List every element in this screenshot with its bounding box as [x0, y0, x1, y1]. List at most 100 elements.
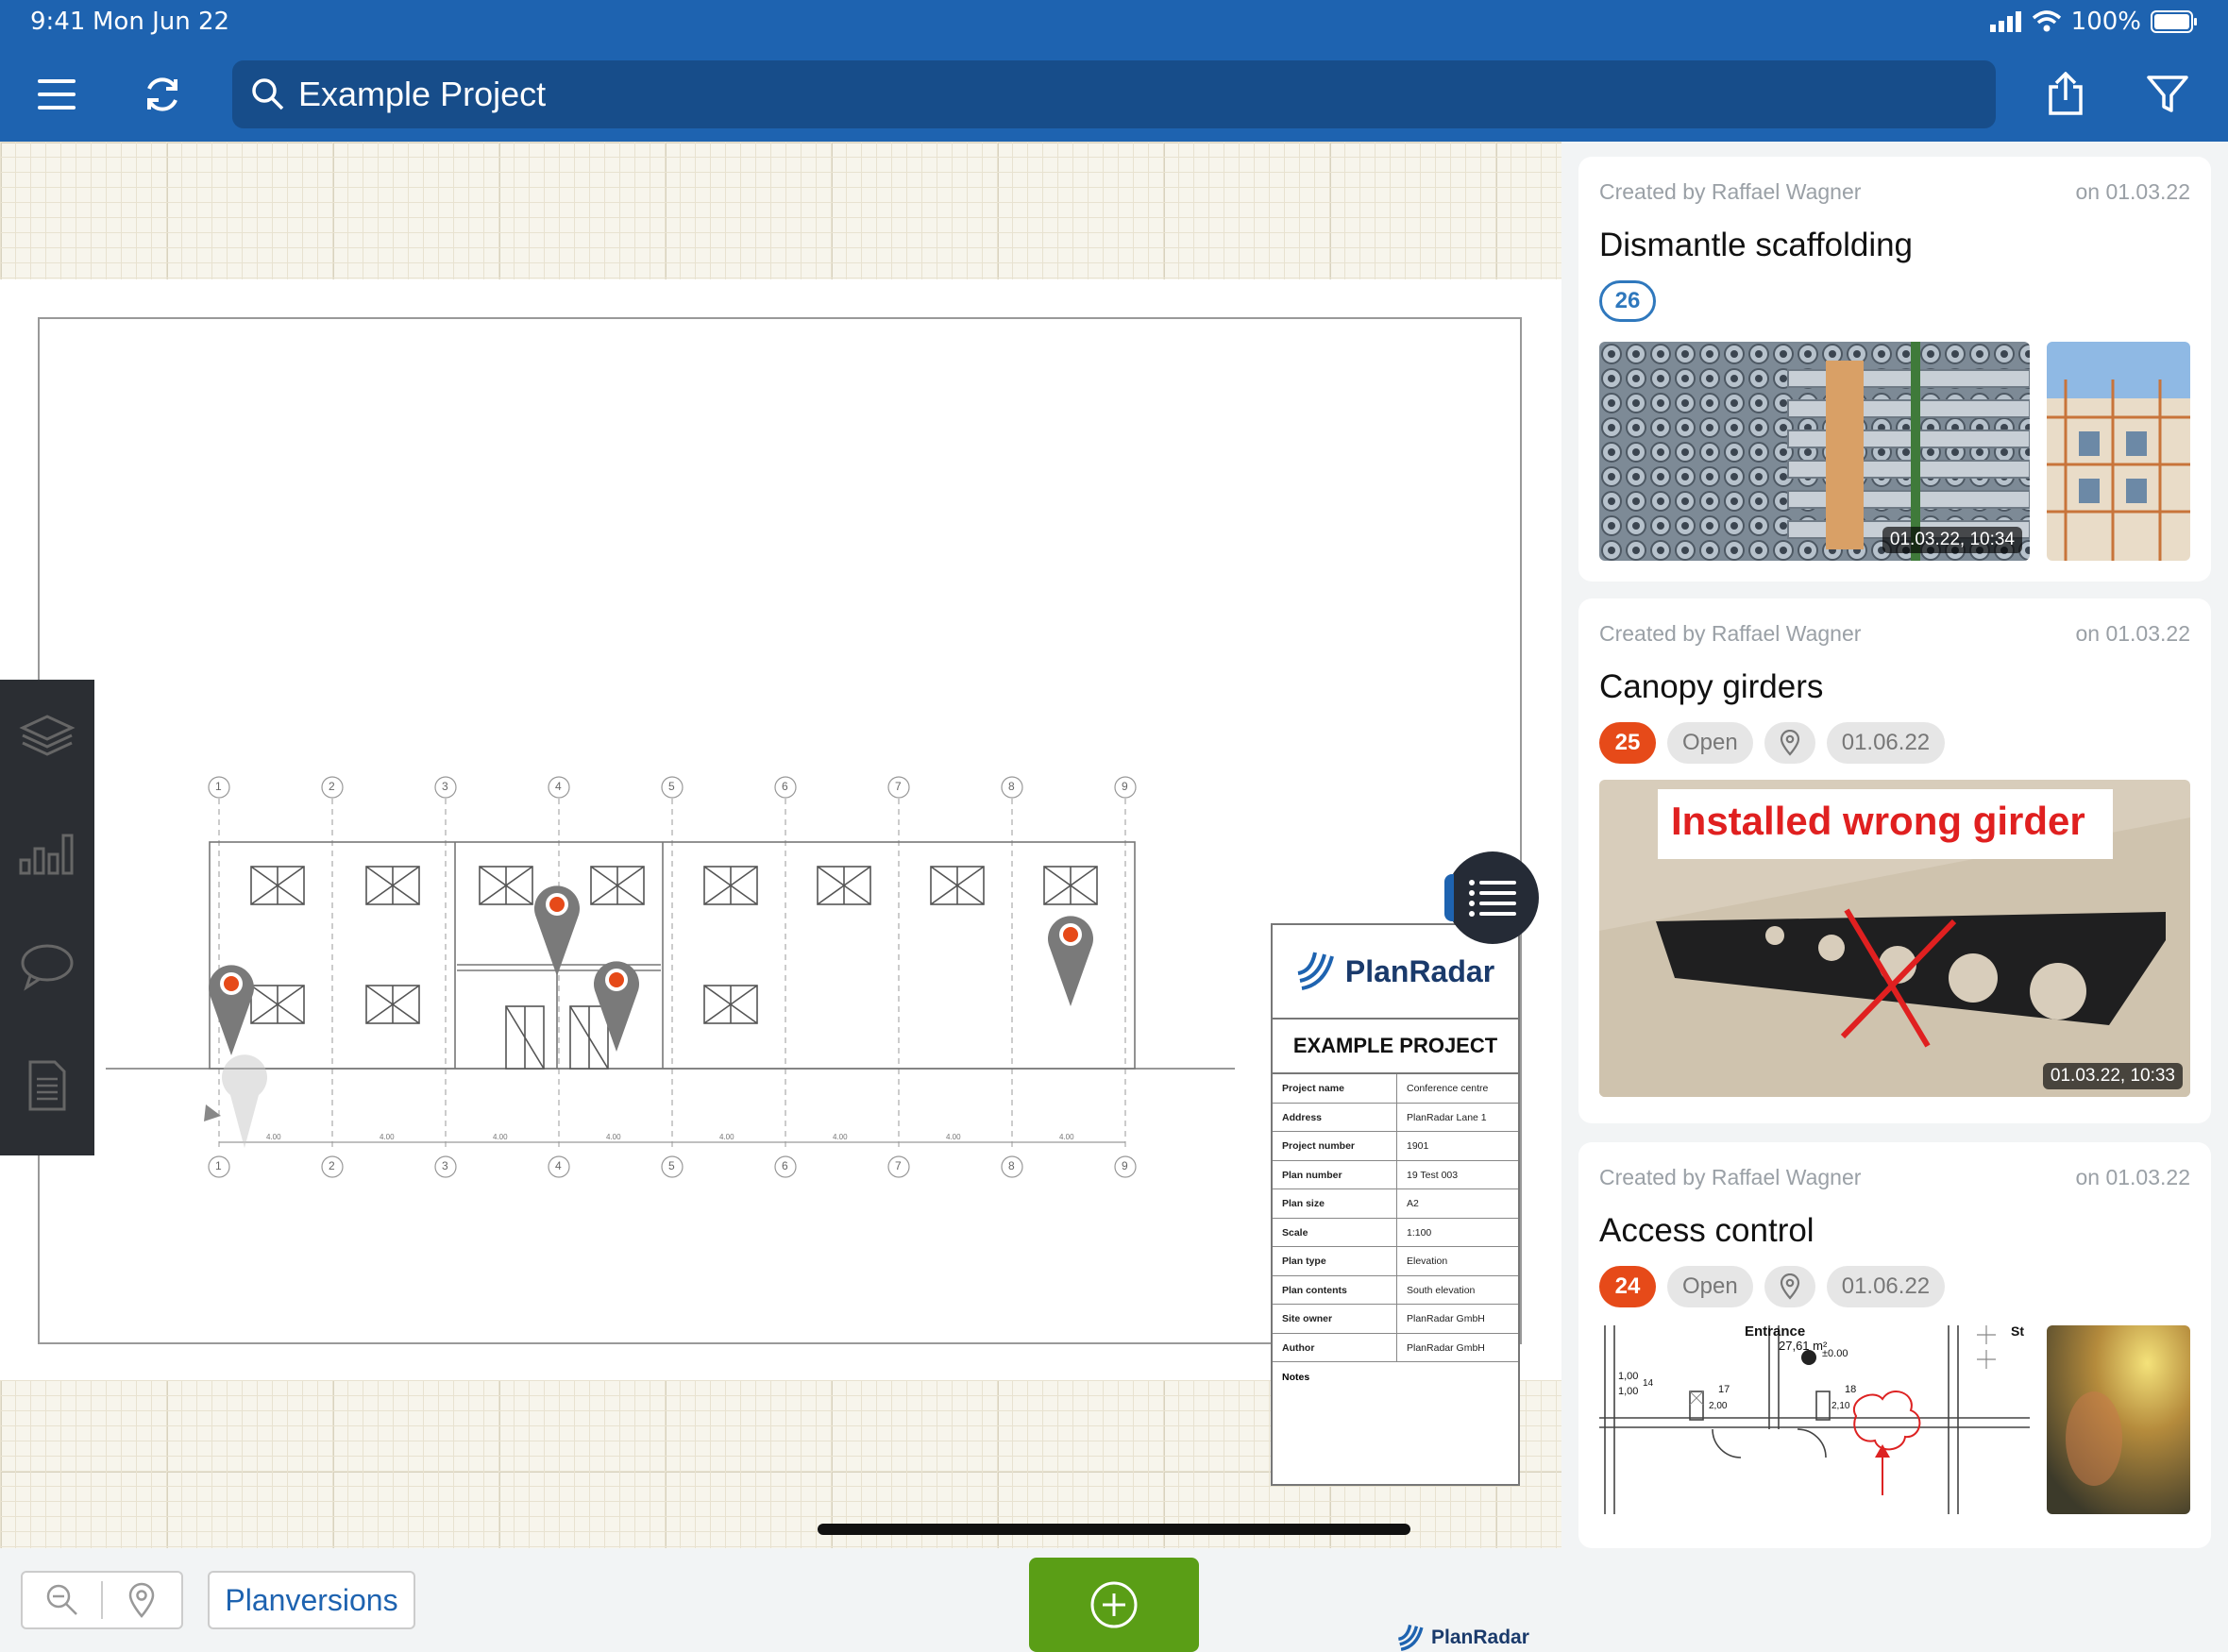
location-pin-icon — [1780, 730, 1799, 756]
share-icon — [2049, 72, 2083, 115]
dimension-label: 4.00 — [380, 1133, 395, 1141]
scaffold-building-photo — [2047, 342, 2190, 561]
title-block-value: PlanRadar GmbH — [1407, 1341, 1485, 1354]
ticket-location-badge — [1764, 1266, 1815, 1307]
home-indicator — [818, 1524, 1410, 1535]
snippet-area: 27,61 m² — [1779, 1339, 1828, 1353]
ticket-photo-secondary[interactable] — [2047, 1325, 2190, 1514]
plan-canvas[interactable]: 1 2 3 4 5 6 7 8 9 1 2 3 4 5 6 7 8 9 4.00… — [0, 142, 1561, 1652]
title-block-row: Plan contents South elevation — [1273, 1275, 1518, 1305]
title-block-key: Address — [1273, 1103, 1397, 1131]
title-block-row: Plan type Elevation — [1273, 1247, 1518, 1276]
title-block-row: Project number 1901 — [1273, 1132, 1518, 1161]
photo-timestamp: 01.03.22, 10:33 — [2042, 1063, 2183, 1089]
zoom-out-button[interactable] — [23, 1573, 101, 1627]
title-block-key: Plan type — [1273, 1247, 1397, 1275]
wifi-icon — [2032, 10, 2061, 32]
title-block-key: Plan number — [1273, 1160, 1397, 1188]
comments-button[interactable] — [13, 933, 81, 1001]
issue-pin[interactable] — [1048, 916, 1093, 1006]
title-block-row: Plan size A2 — [1273, 1189, 1518, 1219]
ticket-list-panel: Created by Raffael Wagner on 01.03.22 Di… — [1561, 142, 2228, 1548]
title-block-value: Elevation — [1407, 1256, 1448, 1267]
dimension-label: 4.00 — [1059, 1133, 1074, 1141]
share-button[interactable] — [2032, 60, 2100, 128]
list-icon — [1469, 880, 1516, 917]
left-tool-rail — [0, 680, 94, 1155]
ticket-list-toggle-button[interactable] — [1444, 851, 1539, 944]
dimension-label: 4.00 — [946, 1133, 961, 1141]
ticket-date: on 01.03.22 — [2075, 1165, 2190, 1189]
grid-label: 5 — [668, 1159, 675, 1172]
status-bar: 9:41 Mon Jun 22 100% — [30, 8, 2198, 40]
show-pins-button[interactable] — [103, 1573, 181, 1627]
snippet-level: ±0.00 — [1822, 1348, 1848, 1359]
snippet-dim: 18 — [1845, 1384, 1857, 1395]
snippet-room: Entrance — [1745, 1325, 1806, 1340]
ticket-card[interactable]: Created by Raffael Wagner on 01.03.22 Ca… — [1578, 598, 2211, 1123]
grid-label: 6 — [782, 780, 788, 793]
signal-icon — [1989, 11, 2021, 32]
ticket-card[interactable]: Created by Raffael Wagner on 01.03.22 Di… — [1578, 157, 2211, 582]
ticket-status-badge: Open — [1667, 1266, 1753, 1307]
refresh-button[interactable] — [128, 60, 196, 128]
title-block-value: 1:100 — [1407, 1226, 1432, 1239]
ticket-photo[interactable]: 01.03.22, 10:34 — [1599, 342, 2030, 561]
title-block-value: 1901 — [1407, 1140, 1429, 1152]
blurred-photo — [2047, 1325, 2190, 1514]
title-block-value: 19 Test 003 — [1407, 1169, 1459, 1181]
ticket-number-badge: 26 — [1599, 280, 1656, 322]
ticket-photo[interactable]: Installed wrong girder 01.03.22, 10:33 — [1599, 780, 2190, 1097]
title-block-key: Plan size — [1273, 1189, 1397, 1218]
zoom-controls — [21, 1571, 183, 1629]
add-ticket-button[interactable] — [1029, 1558, 1199, 1652]
battery-icon — [2151, 10, 2197, 33]
search-input[interactable]: Example Project — [298, 75, 546, 114]
ticket-card[interactable]: Created by Raffael Wagner on 01.03.22 Ac… — [1578, 1142, 2211, 1548]
photo-caption: Installed wrong girder — [1671, 799, 2085, 843]
title-block-row: Scale 1:100 — [1273, 1218, 1518, 1247]
title-block-project-title: EXAMPLE PROJECT — [1273, 1020, 1518, 1074]
ticket-number-badge: 24 — [1599, 1266, 1656, 1307]
filter-icon — [2147, 76, 2188, 112]
ticket-title: Access control — [1599, 1212, 1814, 1249]
title-block-row: Site owner PlanRadar GmbH — [1273, 1305, 1518, 1334]
snippet-dim: 1,00 — [1618, 1386, 1639, 1397]
snippet-dim: 17 — [1718, 1384, 1730, 1395]
title-block-key: Project number — [1273, 1132, 1397, 1160]
title-block-key: Plan contents — [1273, 1275, 1397, 1304]
planradar-logo-icon — [1397, 1624, 1424, 1651]
ticket-creator: Created by Raffael Wagner — [1599, 621, 1862, 646]
chat-bubble-icon — [21, 944, 74, 991]
title-block-row: Address PlanRadar Lane 1 — [1273, 1103, 1518, 1132]
ticket-badges: 24 Open 01.06.22 — [1599, 1265, 1946, 1308]
grid-label: 9 — [1122, 1159, 1128, 1172]
grid-label: 3 — [442, 780, 448, 793]
ticket-plan-snippet[interactable]: Entrance 27,61 m² ±0.00 1,00 1,00 17 18 … — [1599, 1325, 2030, 1514]
grid-label: 6 — [782, 1159, 788, 1172]
grid-label: 7 — [895, 1159, 902, 1172]
plan-title-block: PlanRadar EXAMPLE PROJECT Project name Co… — [1271, 923, 1520, 1486]
title-block-row: Project name Conference centre — [1273, 1074, 1518, 1104]
plus-circle-icon — [1090, 1581, 1138, 1628]
layers-button[interactable] — [13, 702, 81, 770]
location-pin-icon — [1780, 1273, 1799, 1300]
battery-percent: 100% — [2070, 8, 2141, 36]
title-block-key: Project name — [1273, 1074, 1397, 1103]
grid-label: 7 — [895, 780, 902, 793]
statistics-button[interactable] — [13, 818, 81, 885]
ticket-creator: Created by Raffael Wagner — [1599, 179, 1862, 204]
issue-pin[interactable] — [534, 885, 580, 976]
snippet-dim: 2,10 — [1831, 1401, 1850, 1411]
title-block-value: PlanRadar GmbH — [1407, 1313, 1485, 1324]
dimension-labels: 4.00 4.00 4.00 4.00 4.00 4.00 4.00 4.00 — [94, 1133, 1350, 1146]
title-block-key: Scale — [1273, 1218, 1397, 1246]
filter-button[interactable] — [2134, 60, 2202, 128]
menu-button[interactable] — [25, 60, 93, 128]
title-block-value: South elevation — [1407, 1284, 1476, 1296]
ticket-photo-secondary[interactable] — [2047, 342, 2190, 561]
title-block-notes: Notes — [1282, 1372, 1310, 1383]
search-bar[interactable]: Example Project — [232, 60, 1996, 128]
planversions-button[interactable]: Planversions — [208, 1571, 415, 1629]
documents-button[interactable] — [13, 1052, 81, 1120]
